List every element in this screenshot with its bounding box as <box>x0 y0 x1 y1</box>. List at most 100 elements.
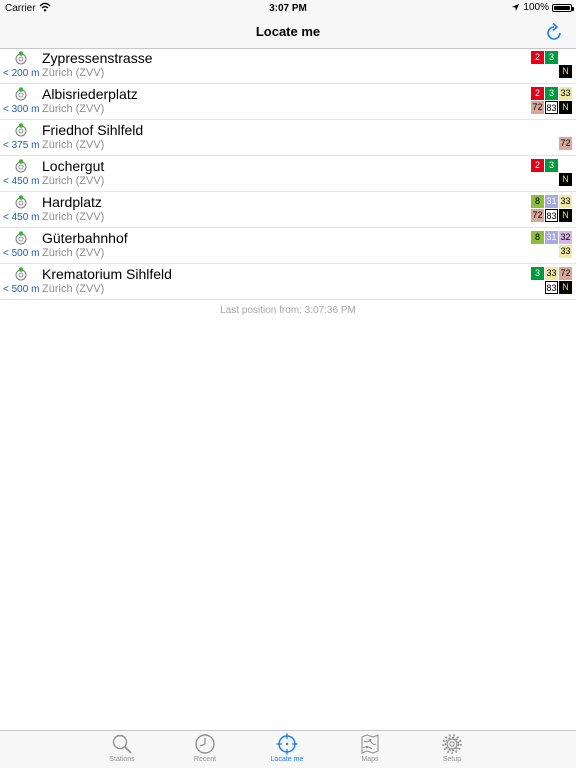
station-name: Albisriederplatz <box>42 86 138 102</box>
line-badge: 33 <box>545 267 558 280</box>
station-name: Lochergut <box>42 158 105 174</box>
status-time: 3:07 PM <box>269 3 307 14</box>
line-badge: 2 <box>531 51 544 64</box>
tab-stations[interactable]: Stations <box>92 733 152 763</box>
tab-label: Stations <box>109 756 135 763</box>
station-name: Friedhof Sihlfeld <box>42 122 144 138</box>
station-distance: < 375 m <box>3 140 40 151</box>
line-badge: 72 <box>531 101 544 114</box>
line-badges: 3 33 72 83 N <box>527 267 572 294</box>
station-row[interactable]: < 500 m Güterbahnhof Zürich (ZVV) 8 31 32 33 <box>0 228 576 264</box>
station-network: Zürich (ZVV) <box>42 283 105 295</box>
location-pin-icon <box>15 123 27 137</box>
line-badges: 2 3 33 72 83 N <box>527 87 572 114</box>
tab-label: Setup <box>442 756 462 763</box>
station-distance: < 450 m <box>3 212 40 223</box>
station-name: Zypressenstrasse <box>42 50 153 66</box>
line-badge: 8 <box>531 195 544 208</box>
tab-recent[interactable]: Recent <box>175 733 235 763</box>
clock-icon <box>195 734 215 754</box>
tab-label: Recent <box>193 756 217 763</box>
refresh-icon[interactable] <box>544 22 564 42</box>
line-badges: 23N <box>527 51 572 78</box>
line-badge-spacer <box>559 123 572 136</box>
line-badges: 8 31 33 72 83 N <box>527 195 572 222</box>
gear-icon <box>442 734 462 754</box>
battery-icon <box>552 3 574 12</box>
tab-label: Locate me <box>270 756 304 763</box>
tab-label: Maps <box>361 756 379 763</box>
location-pin-icon <box>15 51 27 65</box>
line-badge: 72 <box>559 267 572 280</box>
line-badge: 83 <box>545 101 558 114</box>
station-row[interactable]: < 500 m Krematorium Sihlfeld Zürich (ZVV) 3… <box>0 264 576 300</box>
tab-maps[interactable]: Maps <box>340 733 400 763</box>
station-row[interactable]: < 200 m Zypressenstrasse Zürich (ZVV) 2 3 N <box>0 48 576 84</box>
station-list: < 200 m Zypressenstrasse Zürich (ZVV) 2 3 N < … <box>0 48 576 300</box>
battery-percent: 100% <box>523 2 549 13</box>
station-network: Zürich (ZVV) <box>42 211 105 223</box>
station-name: Krematorium Sihlfeld <box>42 266 172 282</box>
line-badge: 3 <box>545 51 558 64</box>
location-pin-icon <box>15 267 27 281</box>
line-badge: 31 <box>545 231 558 244</box>
line-badge: N <box>559 209 572 222</box>
line-badge-spacer <box>531 123 544 136</box>
last-position-note: Last position from: 3:07:36 PM <box>220 305 356 316</box>
line-badge: 72 <box>559 137 572 150</box>
station-name: Güterbahnhof <box>42 230 128 246</box>
line-badges: 23N <box>527 159 572 186</box>
station-distance: < 450 m <box>3 176 40 187</box>
tab-setup[interactable]: Setup <box>422 733 482 763</box>
line-badge-spacer <box>559 51 572 64</box>
station-row[interactable]: < 300 m Albisriederplatz Zürich (ZVV) 2 3 33 7… <box>0 84 576 120</box>
line-badges: 8 31 32 33 <box>527 231 572 258</box>
search-icon <box>112 734 132 754</box>
tab-bar: Stations Recent Locate me Maps Setup <box>0 730 576 768</box>
status-bar: Carrier 3:07 PM 100% <box>0 0 576 18</box>
line-badge: 83 <box>545 209 558 222</box>
station-network: Zürich (ZVV) <box>42 67 105 79</box>
line-badge: N <box>559 281 572 294</box>
location-pin-icon <box>15 195 27 209</box>
crosshair-icon <box>276 733 298 755</box>
station-network: Zürich (ZVV) <box>42 175 105 187</box>
page-title: Locate me <box>255 24 321 39</box>
station-row[interactable]: < 375 m Friedhof Sihlfeld Zürich (ZVV) 72 <box>0 120 576 156</box>
station-network: Zürich (ZVV) <box>42 247 105 259</box>
line-badge: 33 <box>559 195 572 208</box>
location-pin-icon <box>15 87 27 101</box>
map-icon <box>361 734 379 754</box>
station-row[interactable]: < 450 m Lochergut Zürich (ZVV) 2 3 N <box>0 156 576 192</box>
line-badge: 8 <box>531 231 544 244</box>
location-pin-icon <box>15 231 27 245</box>
station-distance: < 200 m <box>3 68 40 79</box>
line-badge: 2 <box>531 87 544 100</box>
line-badge: 3 <box>531 267 544 280</box>
line-badge: 3 <box>545 87 558 100</box>
station-distance: < 500 m <box>3 248 40 259</box>
line-badge: 83 <box>545 281 558 294</box>
line-badge: N <box>559 173 572 186</box>
line-badge: 2 <box>531 159 544 172</box>
station-distance: < 500 m <box>3 284 40 295</box>
tab-locate-me[interactable]: Locate me <box>257 733 317 763</box>
location-pin-icon <box>15 159 27 173</box>
location-arrow-icon <box>512 3 520 12</box>
navigation-bar: Locate me <box>0 18 576 49</box>
line-badge-spacer <box>559 159 572 172</box>
line-badge: 33 <box>559 87 572 100</box>
line-badge: N <box>559 65 572 78</box>
line-badge: 32 <box>559 231 572 244</box>
line-badge: 3 <box>545 159 558 172</box>
line-badge-spacer <box>531 137 544 150</box>
station-distance: < 300 m <box>3 104 40 115</box>
line-badge: 31 <box>545 195 558 208</box>
station-network: Zürich (ZVV) <box>42 103 105 115</box>
line-badge: N <box>559 101 572 114</box>
station-name: Hardplatz <box>42 194 102 210</box>
line-badge: 33 <box>559 245 572 258</box>
station-row[interactable]: < 450 m Hardplatz Zürich (ZVV) 8 31 33 72 83 N <box>0 192 576 228</box>
line-badge-spacer <box>545 123 558 136</box>
line-badges: 72 <box>527 123 572 150</box>
